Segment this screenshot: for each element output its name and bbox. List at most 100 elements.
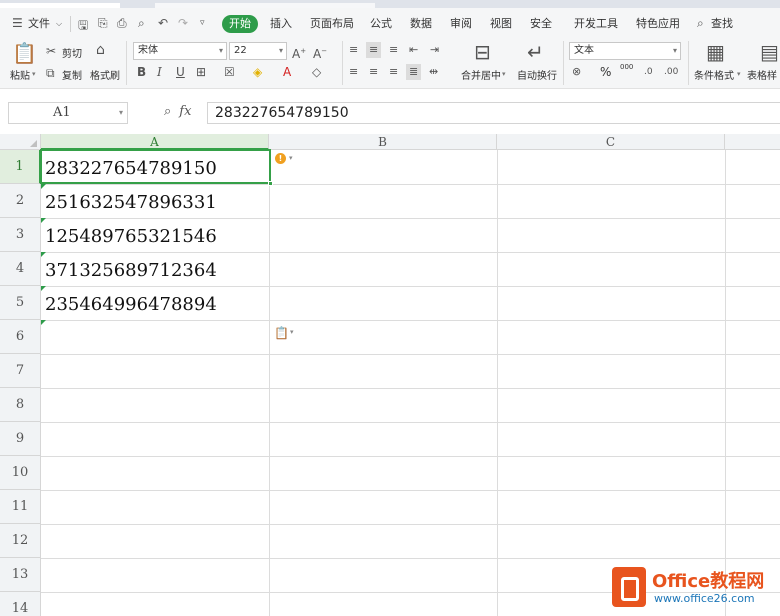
tab-page-layout[interactable]: 页面布局 bbox=[310, 16, 354, 32]
active-cell-selection[interactable] bbox=[40, 149, 273, 186]
italic-icon[interactable]: I bbox=[157, 64, 162, 80]
redo-icon[interactable]: ↷ bbox=[178, 16, 188, 30]
decrease-font-icon[interactable]: A− bbox=[313, 43, 327, 62]
paste-options-icon[interactable]: 📋 bbox=[274, 326, 289, 340]
font-size-select[interactable]: 22 ▾ bbox=[229, 42, 287, 60]
conditional-format-icon[interactable]: ▦ bbox=[706, 41, 725, 63]
align-right-icon[interactable]: ≡ bbox=[389, 64, 398, 80]
increase-decimal-icon[interactable]: .0 bbox=[644, 64, 653, 80]
row-header-12[interactable]: 12 bbox=[0, 524, 41, 558]
tab-review[interactable]: 审阅 bbox=[450, 16, 472, 32]
select-all-corner[interactable] bbox=[0, 134, 41, 150]
row-header-2[interactable]: 2 bbox=[0, 184, 41, 218]
search-label[interactable]: 查找 bbox=[711, 16, 733, 32]
tab-view[interactable]: 视图 bbox=[490, 16, 512, 32]
indent-increase-icon[interactable]: ⇥ bbox=[430, 42, 439, 58]
row-header-11[interactable]: 11 bbox=[0, 490, 41, 524]
fx-icon[interactable]: fx bbox=[179, 104, 191, 119]
undo-icon[interactable]: ↶ bbox=[158, 16, 168, 30]
print-preview-icon[interactable]: ⌕ bbox=[138, 16, 145, 31]
column-header-a[interactable]: A bbox=[41, 134, 269, 150]
zoom-icon[interactable]: ⌕ bbox=[164, 104, 171, 119]
customize-toolbar-icon[interactable]: ▿ bbox=[200, 18, 205, 28]
font-name-select[interactable]: 宋体 ▾ bbox=[133, 42, 227, 60]
column-header-b[interactable]: B bbox=[269, 134, 497, 150]
table-style-button[interactable]: 表格样 bbox=[747, 67, 777, 82]
underline-icon[interactable]: U bbox=[176, 64, 185, 80]
wrap-text-icon[interactable]: ↵ bbox=[527, 41, 544, 63]
warning-icon[interactable]: ! bbox=[275, 153, 286, 164]
cell-a5[interactable]: 235464996478894 bbox=[41, 286, 269, 320]
decrease-decimal-icon[interactable]: .00 bbox=[664, 64, 678, 80]
row-header-9[interactable]: 9 bbox=[0, 422, 41, 456]
name-box[interactable]: A1 ▾ bbox=[8, 102, 128, 124]
row-header-5[interactable]: 5 bbox=[0, 286, 41, 320]
tab-insert[interactable]: 插入 bbox=[270, 16, 292, 32]
cell-format-icon[interactable]: ☒ bbox=[224, 64, 235, 80]
align-top-icon[interactable]: ≡ bbox=[349, 42, 358, 58]
cell-a3[interactable]: 125489765321546 bbox=[41, 218, 269, 252]
row-header-7[interactable]: 7 bbox=[0, 354, 41, 388]
row-header-4[interactable]: 4 bbox=[0, 252, 41, 286]
thousands-separator-button[interactable]: 000 bbox=[620, 63, 633, 71]
chevron-down-icon[interactable]: ▾ bbox=[289, 154, 293, 162]
distribute-icon[interactable]: ⇹ bbox=[429, 64, 438, 80]
table-style-icon[interactable]: ▤ bbox=[760, 41, 779, 63]
tab-formulas[interactable]: 公式 bbox=[370, 16, 392, 32]
clear-format-icon[interactable]: ◇ bbox=[312, 64, 321, 80]
chevron-down-icon[interactable]: ▾ bbox=[290, 328, 294, 336]
column-header-d[interactable] bbox=[725, 134, 780, 150]
export-icon[interactable]: ⎘ bbox=[98, 16, 108, 31]
format-painter-button[interactable]: 格式刷 bbox=[90, 67, 120, 82]
row-header-13[interactable]: 13 bbox=[0, 558, 41, 592]
conditional-format-button[interactable]: 条件格式 bbox=[694, 67, 734, 82]
chevron-down-icon[interactable]: ▾ bbox=[32, 70, 36, 78]
tab-data[interactable]: 数据 bbox=[410, 16, 432, 32]
chevron-down-icon[interactable]: ▾ bbox=[119, 103, 123, 123]
increase-font-icon[interactable]: A+ bbox=[292, 43, 306, 62]
wrap-text-button[interactable]: 自动换行 bbox=[517, 67, 557, 82]
merge-center-icon[interactable]: ⊟ bbox=[474, 41, 491, 63]
row-header-8[interactable]: 8 bbox=[0, 388, 41, 422]
fill-handle[interactable] bbox=[268, 181, 273, 186]
hamburger-icon[interactable]: ☰ bbox=[12, 16, 23, 30]
cell-a6[interactable] bbox=[41, 320, 269, 354]
number-format-select[interactable]: 文本 ▾ bbox=[569, 42, 681, 60]
chevron-down-icon[interactable]: ▾ bbox=[737, 70, 741, 78]
copy-icon[interactable]: ⧉ bbox=[46, 65, 55, 81]
format-painter-icon[interactable]: ⌂ bbox=[96, 42, 105, 58]
indent-decrease-icon[interactable]: ⇤ bbox=[409, 42, 418, 58]
merge-center-button[interactable]: 合并居中 bbox=[461, 67, 501, 82]
align-middle-icon[interactable]: ≡ bbox=[366, 42, 382, 58]
file-menu[interactable]: 文件 bbox=[28, 16, 50, 32]
search-icon[interactable]: ⌕ bbox=[697, 16, 704, 31]
chevron-down-icon[interactable]: ⌵ bbox=[56, 19, 62, 29]
border-icon[interactable]: ⊞ bbox=[196, 64, 206, 80]
formula-input[interactable]: 283227654789150 bbox=[207, 102, 780, 124]
cell-a4[interactable]: 371325689712364 bbox=[41, 252, 269, 286]
tab-developer[interactable]: 开发工具 bbox=[574, 16, 618, 32]
cut-icon[interactable]: ✂ bbox=[46, 43, 56, 59]
justify-icon[interactable]: ≣ bbox=[406, 64, 422, 80]
cut-button[interactable]: 剪切 bbox=[62, 45, 82, 60]
align-center-icon[interactable]: ≡ bbox=[369, 64, 378, 80]
tab-security[interactable]: 安全 bbox=[530, 16, 552, 32]
align-bottom-icon[interactable]: ≡ bbox=[389, 42, 398, 58]
row-header-14[interactable]: 14 bbox=[0, 592, 41, 616]
row-header-10[interactable]: 10 bbox=[0, 456, 41, 490]
currency-icon[interactable]: ⊗ bbox=[572, 64, 581, 80]
row-header-6[interactable]: 6 bbox=[0, 320, 41, 354]
row-header-3[interactable]: 3 bbox=[0, 218, 41, 252]
fill-color-icon[interactable]: ◈ bbox=[253, 64, 262, 80]
save-icon[interactable]: 🖫 bbox=[78, 16, 88, 37]
paste-button[interactable]: 粘贴 bbox=[10, 67, 30, 82]
tab-special-apps[interactable]: 特色应用 bbox=[636, 16, 680, 32]
copy-button[interactable]: 复制 bbox=[62, 67, 82, 82]
row-header-1[interactable]: 1 bbox=[0, 150, 41, 184]
bold-icon[interactable]: B bbox=[137, 64, 146, 80]
percent-button[interactable]: % bbox=[600, 65, 611, 79]
font-color-icon[interactable]: A bbox=[283, 64, 291, 80]
align-left-icon[interactable]: ≡ bbox=[349, 64, 358, 80]
column-header-c[interactable]: C bbox=[497, 134, 725, 150]
paste-icon[interactable]: 📋 bbox=[12, 42, 37, 64]
